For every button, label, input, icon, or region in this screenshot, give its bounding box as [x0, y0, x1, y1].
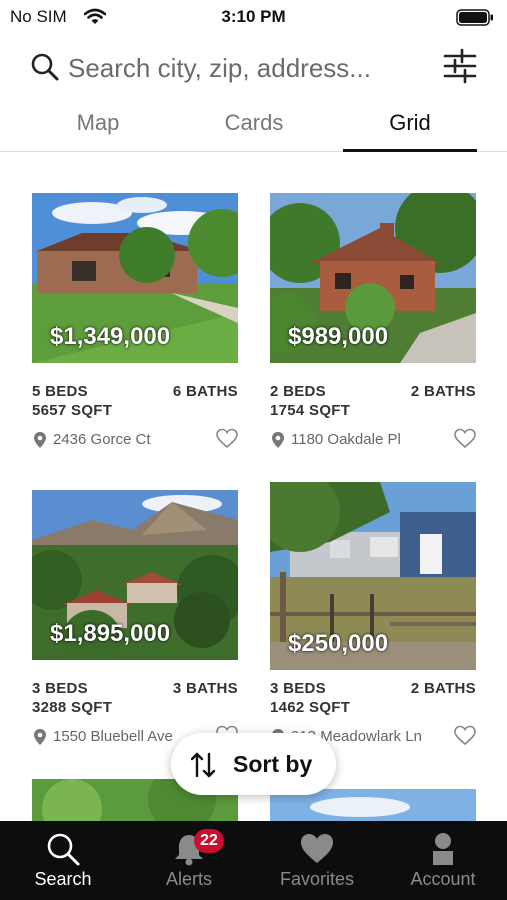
tabbar-search[interactable]: Search [0, 821, 126, 900]
search-bar [0, 44, 507, 92]
listing-address: 1180 Oakdale Pl [291, 431, 401, 448]
listing-beds: 3 BEDS [270, 680, 326, 697]
listing-card[interactable]: $989,000 2 BEDS 2 BATHS 1754 SQFT 1180 O… [270, 193, 476, 455]
favorite-heart-icon[interactable] [454, 428, 476, 450]
tab-cards[interactable]: Cards [187, 110, 321, 152]
sort-by-label: Sort by [233, 751, 313, 777]
listing-card[interactable]: $250,000 3 BEDS 2 BATHS 1462 SQFT 918 Me… [270, 482, 476, 752]
listing-sqft: 5657 SQFT [32, 402, 113, 419]
listing-price: $250,000 [288, 630, 389, 657]
tab-map[interactable]: Map [31, 110, 165, 152]
view-tabs: Map Cards Grid [0, 100, 507, 152]
listing-card[interactable]: $1,349,000 5 BEDS 6 BATHS 5657 SQFT 2436… [32, 193, 238, 455]
bottom-tab-bar: Search 22 Alerts Favorites Account [0, 821, 507, 900]
listing-baths: 3 BATHS [172, 680, 238, 697]
location-pin-icon [34, 729, 46, 745]
search-icon [47, 833, 80, 866]
location-pin-icon [34, 432, 46, 448]
listing-address: 2436 Gorce Ct [53, 431, 151, 448]
tab-grid[interactable]: Grid [343, 110, 477, 152]
listing-sqft: 1462 SQFT [270, 699, 351, 716]
sort-by-button[interactable]: Sort by [171, 733, 336, 795]
search-input[interactable] [68, 50, 428, 86]
listing-photo[interactable]: $250,000 [270, 482, 476, 670]
listing-beds: 5 BEDS [32, 383, 88, 400]
tabbar-favorites[interactable]: Favorites [254, 821, 380, 900]
favorite-heart-icon[interactable] [454, 725, 476, 747]
listing-baths: 2 BATHS [410, 383, 476, 400]
tabbar-account[interactable]: Account [380, 821, 506, 900]
listing-photo[interactable]: $1,349,000 [32, 193, 238, 363]
search-icon [31, 53, 59, 81]
heart-icon [301, 834, 333, 863]
tabbar-search-label: Search [34, 869, 92, 889]
listing-photo[interactable]: $989,000 [270, 193, 476, 363]
filter-sliders-icon[interactable] [443, 48, 477, 84]
tabbar-favorites-label: Favorites [279, 869, 355, 889]
sort-arrows-icon [190, 752, 216, 778]
listing-price: $1,349,000 [50, 323, 171, 350]
tabbar-alerts[interactable]: 22 Alerts [126, 821, 252, 900]
listing-baths: 2 BATHS [410, 680, 476, 697]
listing-sqft: 1754 SQFT [270, 402, 351, 419]
listing-price: $1,895,000 [50, 620, 171, 647]
location-pin-icon [272, 432, 284, 448]
alerts-count-badge: 22 [194, 829, 224, 853]
favorite-heart-icon[interactable] [216, 428, 238, 450]
listing-baths: 6 BATHS [172, 383, 238, 400]
listing-beds: 2 BEDS [270, 383, 326, 400]
listing-price: $989,000 [288, 323, 389, 350]
listing-photo[interactable]: $1,895,000 [32, 490, 238, 660]
person-icon [433, 833, 453, 865]
listing-beds: 3 BEDS [32, 680, 88, 697]
tabbar-account-label: Account [410, 869, 476, 889]
battery-icon [456, 9, 493, 26]
clock: 3:10 PM [221, 7, 286, 26]
listing-address: 1550 Bluebell Ave [53, 728, 173, 745]
listing-sqft: 3288 SQFT [32, 699, 113, 716]
status-bar: No SIM 3:10 PM [0, 0, 507, 36]
listing-card[interactable]: $1,895,000 3 BEDS 3 BATHS 3288 SQFT 1550… [32, 490, 238, 752]
tabbar-alerts-label: Alerts [165, 869, 212, 889]
